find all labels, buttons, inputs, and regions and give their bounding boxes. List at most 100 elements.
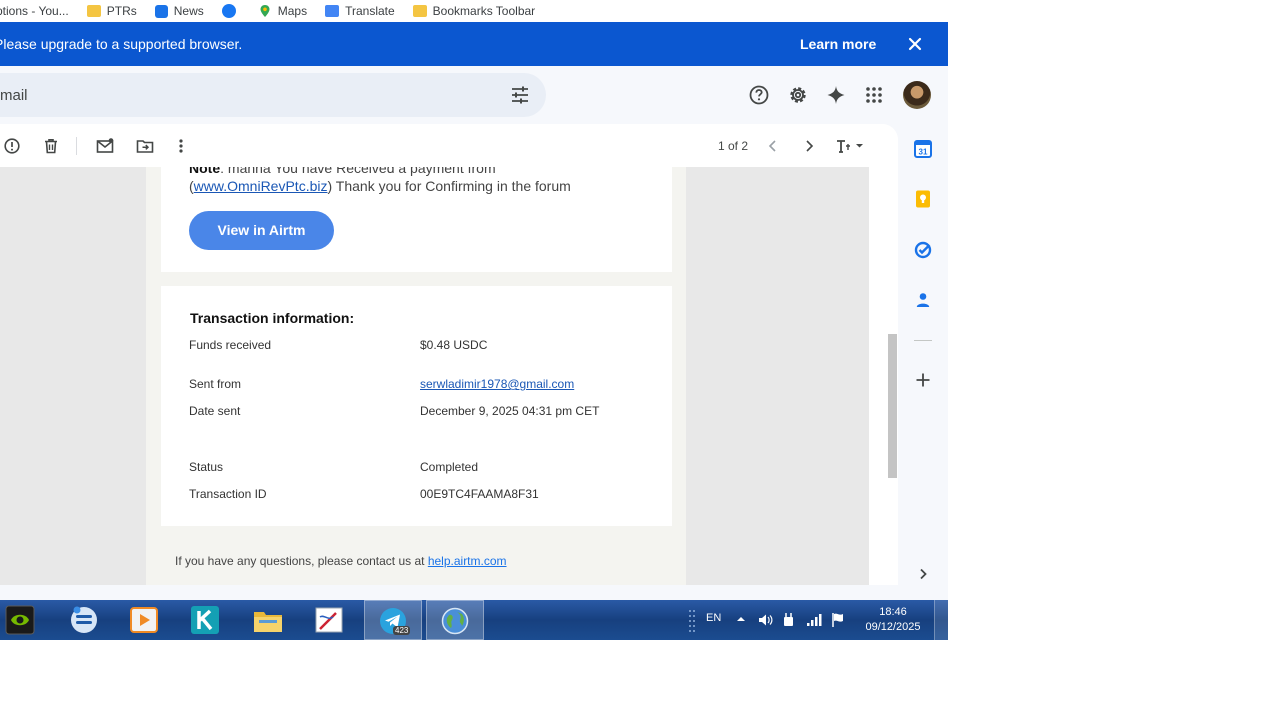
add-icon[interactable] [913,370,933,390]
message-toolbar: 1 of 2 [0,124,898,167]
globe-icon [441,607,469,635]
network-signal-icon[interactable] [806,612,822,628]
svg-text:31: 31 [919,148,928,157]
note-label: Note [189,167,221,176]
settings-gear-icon[interactable] [787,84,809,106]
bookmark-news[interactable]: News [154,4,204,18]
bookmark-label: Bookmarks Toolbar [432,4,536,18]
funds-received-label: Funds received [189,338,272,352]
status-label: Status [189,460,224,474]
messenger-app[interactable] [54,600,112,640]
transaction-title: Transaction information: [190,310,355,326]
folder-icon [254,612,282,632]
calendar-icon[interactable]: 31 [913,139,933,159]
paint-icon [315,607,343,633]
side-panel-divider [914,340,932,341]
delete-trash-icon[interactable] [42,137,60,155]
transaction-card: Transaction information: Funds received … [161,286,672,526]
bookmark-facebook[interactable] [221,4,240,18]
banner-message: Please upgrade to a supported browser. [0,36,243,52]
bookmark-maps[interactable]: Maps [258,4,307,18]
scrollbar-thumb[interactable] [888,334,897,478]
taskbar-grip-icon [689,610,695,632]
messenger-icon [71,606,97,633]
status-value: Completed [420,460,479,474]
news-icon [154,4,168,18]
help-icon[interactable] [748,84,770,106]
chevron-left-icon[interactable] [764,137,782,155]
bookmark-toolbar-folder[interactable]: Bookmarks Toolbar [412,4,536,18]
clock-time: 18:46 [879,606,907,618]
sent-from-label: Sent from [189,377,242,391]
telegram-badge: 423 [393,626,411,635]
contacts-icon[interactable] [913,290,933,310]
bookmark-label: PTRs [106,4,137,18]
more-vert-icon[interactable] [172,137,190,155]
windows-taskbar: 423 EN 18:46 09/12/2025 [0,600,948,640]
language-indicator[interactable]: EN [706,612,721,640]
transaction-id-value: 00E9TC4FAAMA8F31 [420,487,539,501]
close-icon[interactable] [904,33,926,55]
bookmark-label: Maps [277,4,308,18]
input-tools-icon[interactable] [835,137,865,155]
side-panel: 31 [898,124,948,585]
search-input[interactable]: mail [0,87,28,104]
bookmarks-bar: ptions - You... PTRs News Maps Translate [0,0,948,22]
keep-icon[interactable] [913,189,933,209]
bookmark-translate[interactable]: Translate [325,4,395,18]
tray-expand-icon[interactable] [736,615,746,623]
mail-panel: 1 of 2 Note: manna You have Received a p… [0,124,898,585]
footer-text: If you have any questions, please contac… [175,554,428,568]
mark-unread-icon[interactable] [96,137,114,155]
search-bar[interactable]: mail [0,73,546,117]
volume-icon[interactable] [757,612,773,628]
message-body: Note: manna You have Received a payment … [0,167,869,585]
bookmark-label: ptions - You... [0,4,69,18]
gemini-sparkle-icon[interactable] [825,84,847,106]
date-sent-label: Date sent [189,404,241,418]
media-player-icon [130,607,158,633]
chevron-right-icon[interactable] [800,137,818,155]
view-in-airtm-button[interactable]: View in Airtm [189,211,334,250]
action-center-flag-icon[interactable] [830,612,846,628]
search-options-icon[interactable] [510,85,530,105]
system-clock[interactable]: 18:46 09/12/2025 [858,605,928,635]
browser-app[interactable] [426,600,484,640]
move-to-folder-icon[interactable] [136,137,154,155]
contact-footer: If you have any questions, please contac… [175,554,507,568]
account-avatar[interactable] [903,81,931,109]
learn-more-link[interactable]: Learn more [800,36,876,52]
apps-grid-icon[interactable] [863,84,885,106]
note-link[interactable]: www.OmniRevPtc.biz [194,178,328,194]
translate-icon [325,5,340,17]
bookmark-ptrs[interactable]: PTRs [86,4,137,18]
report-spam-icon[interactable] [3,137,21,155]
power-plug-icon[interactable] [782,612,796,628]
sent-from-email-link[interactable]: serwladimir1978@gmail.com [420,377,574,391]
date-sent-value: December 9, 2025 04:31 pm CET [420,404,600,418]
folder-icon [412,5,427,17]
facebook-icon [221,4,236,18]
file-explorer-app[interactable] [240,600,298,640]
transaction-id-label: Transaction ID [189,487,267,501]
show-desktop-button[interactable] [934,600,948,640]
pagination-count: 1 of 2 [718,139,749,153]
nvidia-icon [5,605,35,635]
media-player-app[interactable] [116,600,174,640]
kodi-app[interactable] [178,600,236,640]
paint-app[interactable] [302,600,360,640]
note-text: : manna You have Received a payment from [220,167,496,176]
nvidia-app[interactable] [0,600,40,640]
telegram-app[interactable]: 423 [364,600,422,640]
maps-pin-icon [260,5,270,17]
note-after: ) Thank you for Confirming in the forum [327,178,571,194]
bookmark-options[interactable]: ptions - You... [0,4,69,18]
help-airtm-link[interactable]: help.airtm.com [428,554,507,568]
k-app-icon [191,606,219,634]
tasks-icon[interactable] [913,240,933,260]
clock-date: 09/12/2025 [865,621,921,633]
chevron-right-icon[interactable] [913,564,933,584]
folder-icon [86,5,101,17]
bookmark-label: News [173,4,204,18]
upgrade-banner: Please upgrade to a supported browser. L… [0,22,948,66]
